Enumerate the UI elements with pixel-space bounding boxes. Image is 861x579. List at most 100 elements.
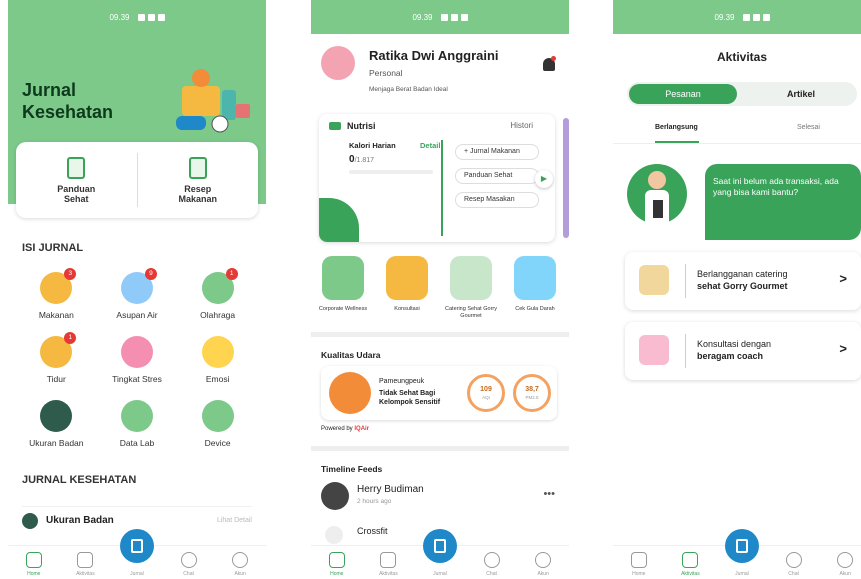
journal-item-device[interactable]: Device (177, 400, 258, 448)
nav-aktivitas[interactable]: Aktivitas (368, 552, 408, 577)
kualitas-udara-title: Kualitas Udara (321, 350, 381, 360)
user-icon (535, 552, 552, 568)
service-catering[interactable]: Catering Sehat Gorry Gourmet (443, 256, 499, 320)
feed-title: Crossfit (357, 526, 388, 536)
label: beragam coach (697, 351, 764, 361)
service-cek-gula-darah[interactable]: Cek Gula Darah (507, 256, 563, 313)
nav-jurnal[interactable]: Jurnal (420, 529, 460, 577)
catering-icon (639, 265, 669, 295)
journal-item-olahraga[interactable]: 1 Olahraga (177, 268, 258, 320)
jurnal-makanan-button[interactable]: + Jurnal Makanan (455, 144, 539, 160)
bottom-nav: Home Aktivitas Jurnal Chat Akun (8, 529, 266, 579)
status-bar: 09.39 (8, 0, 266, 34)
label: Tingkat Stres (112, 374, 162, 384)
histori-link[interactable]: Histori (510, 121, 533, 130)
catering-card[interactable]: Berlangganan catering sehat Gorry Gourmet… (625, 252, 861, 310)
nav-aktivitas[interactable]: Aktivitas (65, 552, 105, 577)
label: Chat (486, 571, 497, 577)
pm25-label: PM2.5 (525, 395, 539, 400)
label: Tidur (46, 374, 66, 384)
label: Resep (184, 183, 212, 194)
user-goal[interactable]: Menjaga Berat Badan Ideal (369, 86, 448, 93)
nav-aktivitas[interactable]: Aktivitas (670, 552, 710, 577)
service-konsultasi[interactable]: Konsultasi (379, 256, 435, 313)
divider (441, 140, 443, 236)
label: Ukuran Badan (46, 515, 114, 526)
status-icons (440, 13, 468, 21)
nav-chat[interactable]: Chat (169, 552, 209, 577)
journal-item-ukuran-badan[interactable]: Ukuran Badan (16, 400, 97, 448)
document-icon (67, 156, 86, 179)
list-icon (682, 552, 699, 568)
journal-item-data-lab[interactable]: Data Lab (97, 400, 178, 448)
user-icon (837, 552, 854, 568)
konsultasi-card[interactable]: Konsultasi dengan beragam coach > (625, 322, 861, 380)
label: Konsultasi (394, 306, 420, 312)
panduan-sehat-button[interactable]: Panduan Sehat (455, 168, 539, 184)
tab-berlangsung[interactable]: Berlangsung (655, 124, 698, 131)
label: Aktivitas (379, 571, 398, 577)
glucose-icon (514, 256, 556, 300)
avatar[interactable] (321, 482, 349, 510)
feed-author[interactable]: Herry Budiman (357, 484, 424, 495)
more-icon[interactable]: ••• (543, 488, 555, 500)
lihat-detail-link[interactable]: Lihat Detail (217, 517, 252, 524)
label: Aktivitas (76, 571, 95, 577)
status-icons (742, 13, 770, 21)
journal-item-asupan-air[interactable]: 9 Asupan Air (97, 268, 178, 320)
nav-home[interactable]: Home (317, 552, 357, 577)
label: Olahraga (200, 310, 236, 320)
nav-chat[interactable]: Chat (472, 552, 512, 577)
journal-item-tidur[interactable]: 1 Tidur (16, 332, 97, 384)
divider (311, 332, 569, 337)
pm25-gauge: 38,7 PM2.5 (513, 374, 551, 412)
label: Jurnal (735, 571, 749, 577)
nav-akun[interactable]: Akun (825, 552, 861, 577)
journal-item-makanan[interactable]: 3 Makanan (16, 268, 97, 320)
label: Home (632, 571, 646, 577)
tab-artikel[interactable]: Artikel (747, 84, 855, 104)
divider (311, 446, 569, 451)
journal-item-tingkat-stres[interactable]: Tingkat Stres (97, 336, 178, 384)
health-illustration-icon (176, 69, 250, 133)
label: Aktivitas (681, 571, 700, 577)
journal-item-emosi[interactable]: Emosi (177, 336, 258, 384)
user-icon (232, 552, 249, 568)
label: Cek Gula Darah (515, 306, 555, 312)
nav-akun[interactable]: Akun (523, 552, 563, 577)
divider (613, 143, 861, 144)
resep-makanan-button[interactable]: Resep Makanan (138, 156, 259, 204)
stress-icon (120, 336, 153, 368)
notification-dot (551, 56, 556, 61)
air-quality-card[interactable]: Pameungpeuk Tidak Sehat Bagi Kelompok Se… (321, 366, 557, 420)
air-status: Tidak Sehat Bagi Kelompok Sensitif (379, 390, 441, 406)
label: Catering Sehat Gorry Gourmet (445, 306, 497, 319)
label: Powered by (321, 426, 353, 432)
chevron-right-icon[interactable]: ▶ (535, 170, 553, 188)
service-corporate-wellness[interactable]: Corporate Wellness (315, 256, 371, 313)
label: Data Lab (119, 438, 155, 448)
nav-jurnal[interactable]: Jurnal (117, 529, 157, 577)
nav-home[interactable]: Home (14, 552, 54, 577)
device-icon (201, 400, 234, 432)
tab-selesai[interactable]: Selesai (797, 124, 820, 131)
timeline-title: Timeline Feeds (321, 464, 383, 474)
tab-pesanan[interactable]: Pesanan (629, 84, 737, 104)
panduan-sehat-button[interactable]: Panduan Sehat (16, 156, 137, 204)
powered-by: Powered by IQAir (321, 426, 369, 432)
home-icon (25, 552, 42, 568)
label: Home (330, 571, 344, 577)
resep-masakan-button[interactable]: Resep Masakan (455, 192, 539, 208)
iqair-logo: IQAir (354, 426, 370, 432)
detail-link[interactable]: Detail (420, 141, 440, 150)
nav-jurnal[interactable]: Jurnal (722, 529, 762, 577)
nav-home[interactable]: Home (619, 552, 659, 577)
label: Makanan (38, 310, 74, 320)
avatar[interactable] (321, 46, 355, 80)
nav-akun[interactable]: Akun (220, 552, 260, 577)
nav-chat[interactable]: Chat (774, 552, 814, 577)
chat-icon (483, 552, 500, 568)
chat-bubble: Saat ini belum ada transaksi, ada yang b… (705, 164, 861, 240)
label: Konsultasi dengan (697, 339, 772, 349)
badge: 3 (64, 268, 77, 280)
